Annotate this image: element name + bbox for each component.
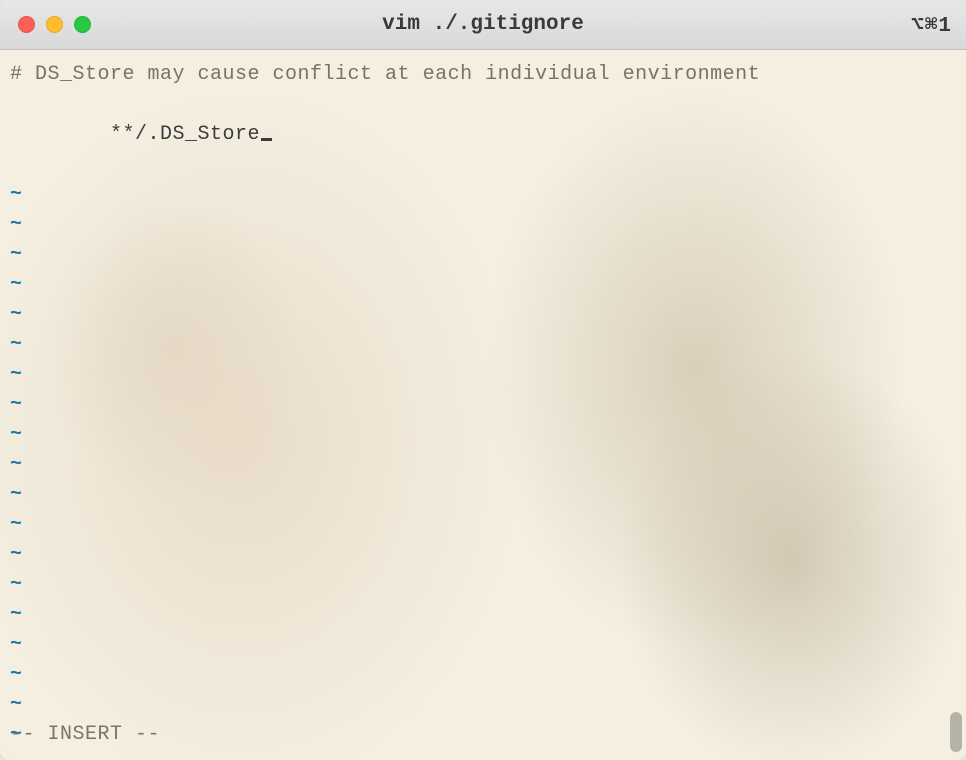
scrollbar-thumb[interactable] — [950, 712, 962, 752]
close-button[interactable] — [18, 16, 35, 33]
editor-area[interactable]: # DS_Store may cause conflict at each in… — [0, 50, 966, 760]
maximize-button[interactable] — [74, 16, 91, 33]
window-title: vim ./.gitignore — [382, 13, 584, 36]
empty-line-tilde: ~ — [10, 360, 956, 390]
empty-line-tilde: ~ — [10, 390, 956, 420]
cursor — [261, 138, 272, 141]
empty-line-tilde: ~ — [10, 750, 956, 760]
empty-line-tilde: ~ — [10, 690, 956, 720]
empty-line-tilde: ~ — [10, 630, 956, 660]
terminal-window: vim ./.gitignore ⌥⌘1 # DS_Store may caus… — [0, 0, 966, 760]
traffic-lights — [0, 16, 91, 33]
empty-line-tilde: ~ — [10, 330, 956, 360]
empty-line-tilde: ~ — [10, 450, 956, 480]
empty-line-tilde: ~ — [10, 510, 956, 540]
empty-line-tilde: ~ — [10, 480, 956, 510]
minimize-button[interactable] — [46, 16, 63, 33]
empty-line-tilde: ~ — [10, 180, 956, 210]
empty-line-tilde: ~ — [10, 570, 956, 600]
empty-line-tilde: ~ — [10, 240, 956, 270]
editor-content[interactable]: # DS_Store may cause conflict at each in… — [10, 60, 956, 760]
titlebar[interactable]: vim ./.gitignore ⌥⌘1 — [0, 0, 966, 50]
empty-line-tilde: ~ — [10, 300, 956, 330]
status-mode: -- INSERT -- — [10, 720, 160, 750]
empty-line-tilde: ~ — [10, 210, 956, 240]
empty-line-tilde: ~ — [10, 600, 956, 630]
empty-line-tilde: ~ — [10, 270, 956, 300]
editor-line[interactable]: **/.DS_Store — [10, 90, 956, 180]
editor-text: **/.DS_Store — [110, 123, 260, 146]
empty-line-tilde: ~ — [10, 540, 956, 570]
empty-line-tilde: ~ — [10, 660, 956, 690]
empty-line-tilde: ~ — [10, 420, 956, 450]
keyboard-shortcut: ⌥⌘1 — [911, 12, 952, 38]
editor-line[interactable]: # DS_Store may cause conflict at each in… — [10, 60, 956, 90]
